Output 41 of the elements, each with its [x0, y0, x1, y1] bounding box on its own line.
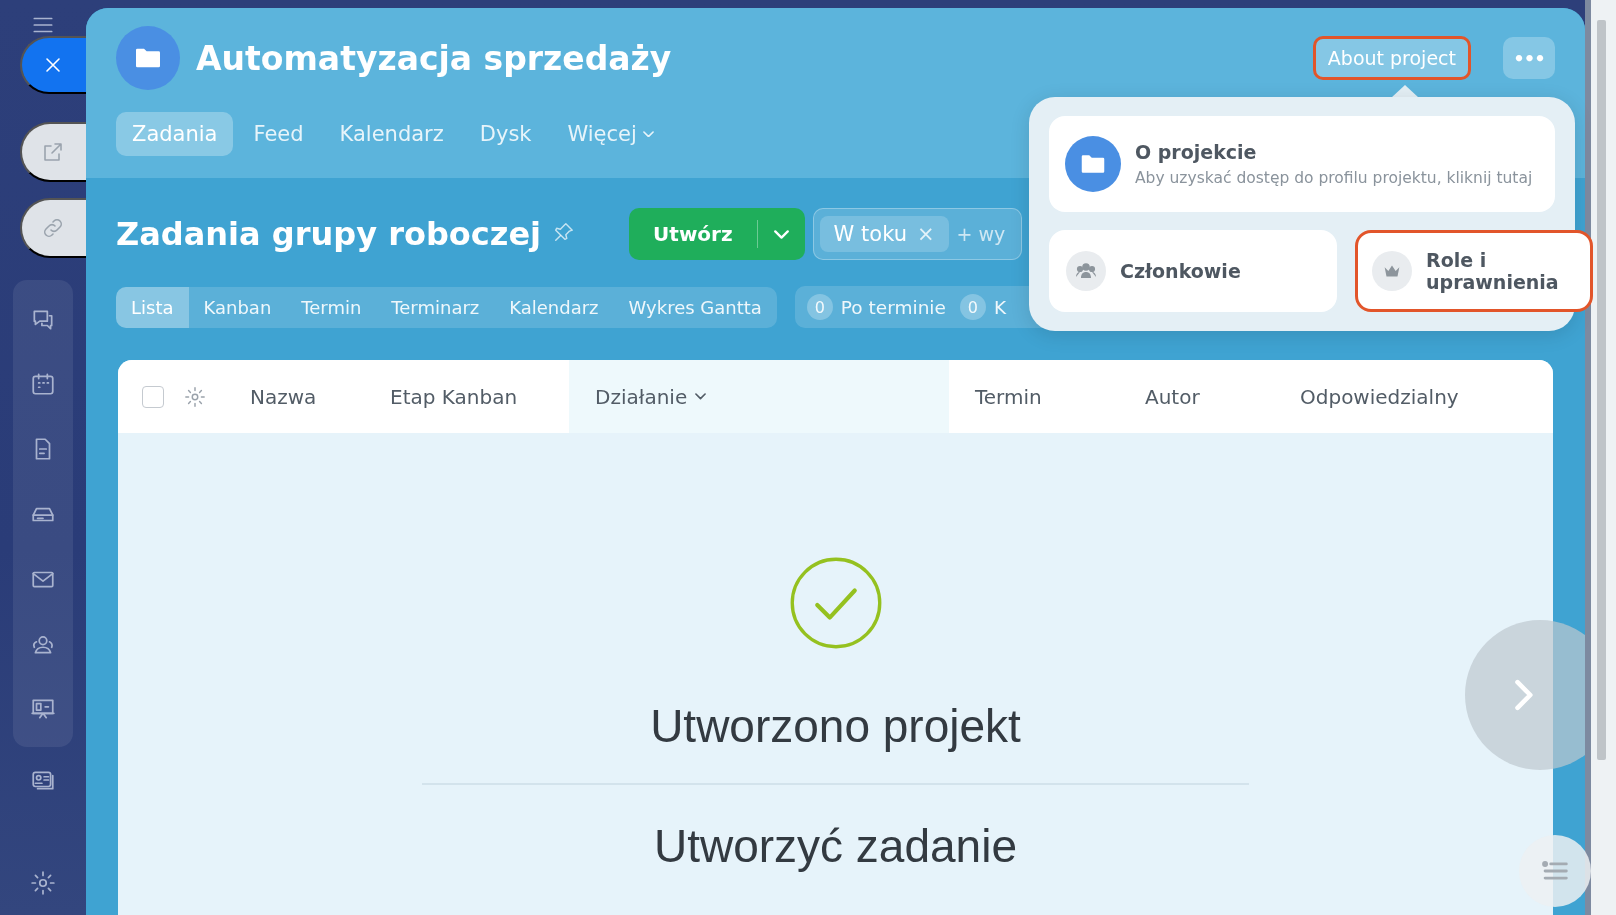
filter-field[interactable]: W toku × + wy	[812, 208, 1022, 260]
select-all-checkbox[interactable]	[142, 385, 164, 408]
empty-state-title: Utworzono projekt	[650, 699, 1021, 753]
about-project-card[interactable]: O projekcie Aby uzyskać dostęp do profilu projektu, kliknij tutaj	[1049, 116, 1555, 212]
column-header[interactable]: Termin	[949, 360, 1119, 433]
members-button[interactable]: Członkowie	[1049, 230, 1337, 312]
about-project-button[interactable]: About project	[1312, 36, 1471, 80]
page-title: Zadania grupy roboczej	[116, 215, 542, 253]
view-tab[interactable]: Kalendarz	[494, 286, 614, 328]
empty-state-subtitle[interactable]: Utworzyć zadanie	[653, 819, 1017, 873]
view-tab[interactable]: Lista	[116, 286, 189, 328]
column-header[interactable]: Nazwa	[224, 360, 364, 433]
people-icon	[1066, 251, 1106, 291]
filter-chip[interactable]: W toku ×	[819, 216, 949, 252]
view-tab[interactable]: Terminarz	[376, 286, 495, 328]
chevron-down-icon	[773, 229, 789, 239]
view-tab[interactable]: Termin	[286, 286, 377, 328]
remove-filter-button[interactable]: ×	[916, 222, 935, 246]
crown-icon	[1372, 251, 1412, 291]
column-header[interactable]: Odpowiedzialny	[1274, 360, 1534, 433]
counter-filter[interactable]: 0 Po terminie	[806, 294, 946, 320]
column-header[interactable]: Działanie	[569, 360, 949, 433]
tab[interactable]: Więcej	[551, 112, 670, 156]
scrollbar-thumb[interactable]	[1597, 20, 1606, 760]
card-description: Aby uzyskać dostęp do profilu projektu, kliknij tutaj	[1135, 169, 1533, 187]
external-link-icon	[41, 140, 65, 164]
link-icon	[41, 216, 65, 240]
column-header[interactable]: Autor	[1119, 360, 1274, 433]
project-title: Automatyzacja sprzedaży	[196, 38, 673, 78]
folder-icon	[1065, 136, 1121, 192]
roles-button[interactable]: Role i uprawnienia	[1355, 230, 1593, 312]
create-button[interactable]: Utwórz	[629, 208, 805, 260]
tab[interactable]: Zadania	[116, 112, 234, 156]
tab[interactable]: Feed	[237, 112, 320, 156]
tab[interactable]: Dysk	[463, 112, 548, 156]
more-button[interactable]: •••	[1503, 37, 1555, 79]
tab[interactable]: Kalendarz	[323, 112, 460, 156]
view-tab[interactable]: Kanban	[188, 286, 287, 328]
view-tab[interactable]: Wykres Gantta	[613, 286, 777, 328]
column-header[interactable]: Etap Kanban	[364, 360, 569, 433]
card-title: O projekcie	[1135, 141, 1258, 163]
